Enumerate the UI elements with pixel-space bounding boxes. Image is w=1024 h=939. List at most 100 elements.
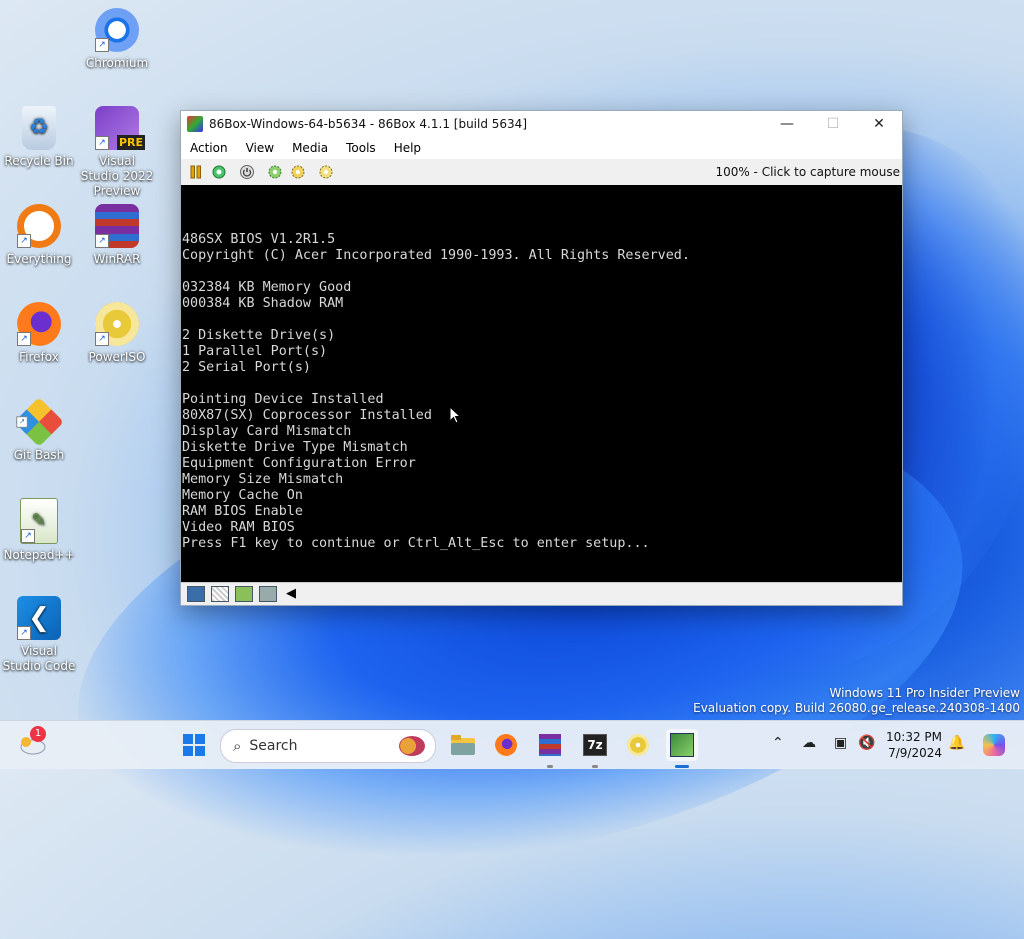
firefox-icon: ↗: [17, 302, 61, 346]
settings-alt-icon[interactable]: [290, 164, 306, 180]
bios-line: 000384 KB Shadow RAM: [182, 296, 344, 311]
bios-line: 2 Serial Port(s): [182, 360, 311, 375]
firefox-icon: [495, 734, 517, 756]
copilot-icon: [983, 734, 1005, 756]
bios-line: Copyright (C) Acer Incorporated 1990-199…: [182, 248, 690, 263]
window-titlebar[interactable]: 86Box-Windows-64-b5634 - 86Box 4.1.1 [bu…: [181, 111, 902, 137]
desktop-icon-everything[interactable]: ↗ Everything: [1, 204, 77, 267]
menu-tools[interactable]: Tools: [337, 141, 385, 155]
86box-taskbar-button[interactable]: [666, 729, 698, 761]
menu-action[interactable]: Action: [181, 141, 237, 155]
file-explorer-button[interactable]: [447, 729, 479, 761]
winrar-icon: ↗: [95, 204, 139, 248]
desktop-icon-winrar[interactable]: ↗ WinRAR: [79, 204, 155, 267]
everything-search-icon: ↗: [17, 204, 61, 248]
file-explorer-icon: [451, 735, 475, 755]
desktop-icon-label: Chromium: [85, 56, 149, 70]
86box-app-icon: [187, 116, 203, 132]
cloud-offline-icon[interactable]: ☁: [802, 735, 816, 751]
bios-line: Press F1 key to continue or Ctrl_Alt_Esc…: [182, 536, 650, 551]
86box-icon: [670, 733, 694, 757]
desktop-icon-label: Git Bash: [13, 448, 65, 462]
hdd-icon[interactable]: [259, 586, 277, 602]
bios-line: Diskette Drive Type Mismatch: [182, 440, 408, 455]
menu-view[interactable]: View: [237, 141, 283, 155]
desktop-icon-visual-studio[interactable]: ↗ PRE Visual Studio 2022 Preview: [79, 106, 155, 199]
poweriso-taskbar-button[interactable]: [622, 729, 654, 761]
volume-muted-icon[interactable]: 🔇: [858, 735, 875, 751]
preview-badge: PRE: [116, 135, 145, 150]
start-button[interactable]: [178, 729, 210, 761]
menu-bar: Action View Media Tools Help: [181, 137, 902, 159]
settings-icon[interactable]: [267, 164, 283, 180]
reset-icon[interactable]: [211, 164, 227, 180]
pause-icon[interactable]: [188, 164, 204, 180]
86box-window[interactable]: 86Box-Windows-64-b5634 - 86Box 4.1.1 [bu…: [180, 110, 903, 606]
winrar-taskbar-button[interactable]: [534, 729, 566, 761]
sound-icon[interactable]: ◀: [283, 587, 299, 601]
desktop-icon-label: Notepad++: [3, 548, 75, 562]
poweriso-icon: [627, 734, 649, 756]
clock-time: 10:32 PM: [886, 730, 942, 744]
search-highlight-icon: [399, 736, 425, 756]
desktop-icon-vscode[interactable]: ❮ ↗ Visual Studio Code: [1, 596, 77, 674]
chevron-up-icon[interactable]: ⌃: [772, 735, 784, 751]
vscode-icon: ❮ ↗: [17, 596, 61, 640]
network-icon[interactable]: ▣: [834, 735, 847, 751]
search-placeholder: Search: [249, 738, 298, 754]
7zip-taskbar-button[interactable]: 7z: [579, 729, 611, 761]
bios-line: Memory Size Mismatch: [182, 472, 344, 487]
7zip-icon: 7z: [583, 734, 607, 756]
chromium-icon: ↗: [95, 8, 139, 52]
power-icon[interactable]: [239, 164, 255, 180]
close-button[interactable]: ✕: [856, 111, 902, 137]
desktop-icon-firefox[interactable]: ↗ Firefox: [1, 302, 77, 365]
desktop-icon-recycle-bin[interactable]: ♻ Recycle Bin: [1, 106, 77, 169]
bios-line: Video RAM BIOS: [182, 520, 295, 535]
bios-line: RAM BIOS Enable: [182, 504, 303, 519]
widgets-notification-badge: 1: [30, 726, 46, 742]
emulator-screen[interactable]: 486SX BIOS V1.2R1.5 Copyright (C) Acer I…: [181, 185, 902, 583]
bios-output: 486SX BIOS V1.2R1.5 Copyright (C) Acer I…: [181, 185, 902, 552]
maximize-button[interactable]: ☐: [810, 111, 856, 137]
copilot-button[interactable]: [978, 729, 1010, 761]
desktop-icon-label: Visual Studio Code: [2, 644, 76, 673]
bios-line: 2 Diskette Drive(s): [182, 328, 336, 343]
bios-line: 80X87(SX) Coprocessor Installed: [182, 408, 432, 423]
desktop-icon-label: Visual Studio 2022 Preview: [80, 154, 154, 198]
bios-line: Pointing Device Installed: [182, 392, 384, 407]
desktop-icon-notepadpp[interactable]: ✎ ↗ Notepad++: [1, 498, 77, 563]
taskbar-search-box[interactable]: ⌕ Search: [220, 729, 436, 763]
clock-date: 7/9/2024: [888, 746, 942, 760]
desktop-icon-chromium[interactable]: ↗ Chromium: [79, 8, 155, 71]
windows-watermark: Windows 11 Pro Insider Preview Evaluatio…: [693, 686, 1020, 716]
cdrom-icon[interactable]: [211, 586, 229, 602]
watermark-line2: Evaluation copy. Build 26080.ge_release.…: [693, 701, 1020, 715]
poweriso-icon: ↗: [95, 302, 139, 346]
minimize-button[interactable]: —: [764, 111, 810, 137]
desktop-icon-label: WinRAR: [93, 252, 141, 266]
desktop-icon-git-bash[interactable]: ↗ Git Bash: [1, 397, 77, 463]
floppy-icon[interactable]: [187, 586, 205, 602]
bios-line: 1 Parallel Port(s): [182, 344, 328, 359]
desktop-icon-label: PowerISO: [88, 350, 146, 364]
notification-bell-icon[interactable]: 🔔: [948, 735, 965, 751]
taskbar-clock[interactable]: 10:32 PM 7/9/2024: [878, 729, 942, 761]
network-icon[interactable]: [235, 586, 253, 602]
status-bar: ◀: [181, 582, 902, 605]
window-title: 86Box-Windows-64-b5634 - 86Box 4.1.1 [bu…: [209, 117, 527, 131]
firefox-taskbar-button[interactable]: [490, 729, 522, 761]
watermark-line1: Windows 11 Pro Insider Preview: [829, 686, 1020, 700]
desktop-icon-poweriso[interactable]: ↗ PowerISO: [79, 302, 155, 365]
bios-line: Display Card Mismatch: [182, 424, 352, 439]
mouse-cursor: [449, 406, 461, 424]
menu-media[interactable]: Media: [283, 141, 337, 155]
taskbar: ⌕ Search 7z ⌃ ☁ ▣ 🔇 10:32 PM 7/9/2024 🔔: [0, 720, 1024, 769]
git-bash-icon: ↗: [14, 397, 64, 447]
notepadpp-icon: ✎ ↗: [20, 498, 58, 544]
bios-line: Equipment Configuration Error: [182, 456, 416, 471]
menu-help[interactable]: Help: [385, 141, 430, 155]
toolbar: 100% - Click to capture mouse: [181, 159, 902, 186]
winrar-icon: [539, 734, 561, 756]
hdd-settings-icon[interactable]: [318, 164, 334, 180]
